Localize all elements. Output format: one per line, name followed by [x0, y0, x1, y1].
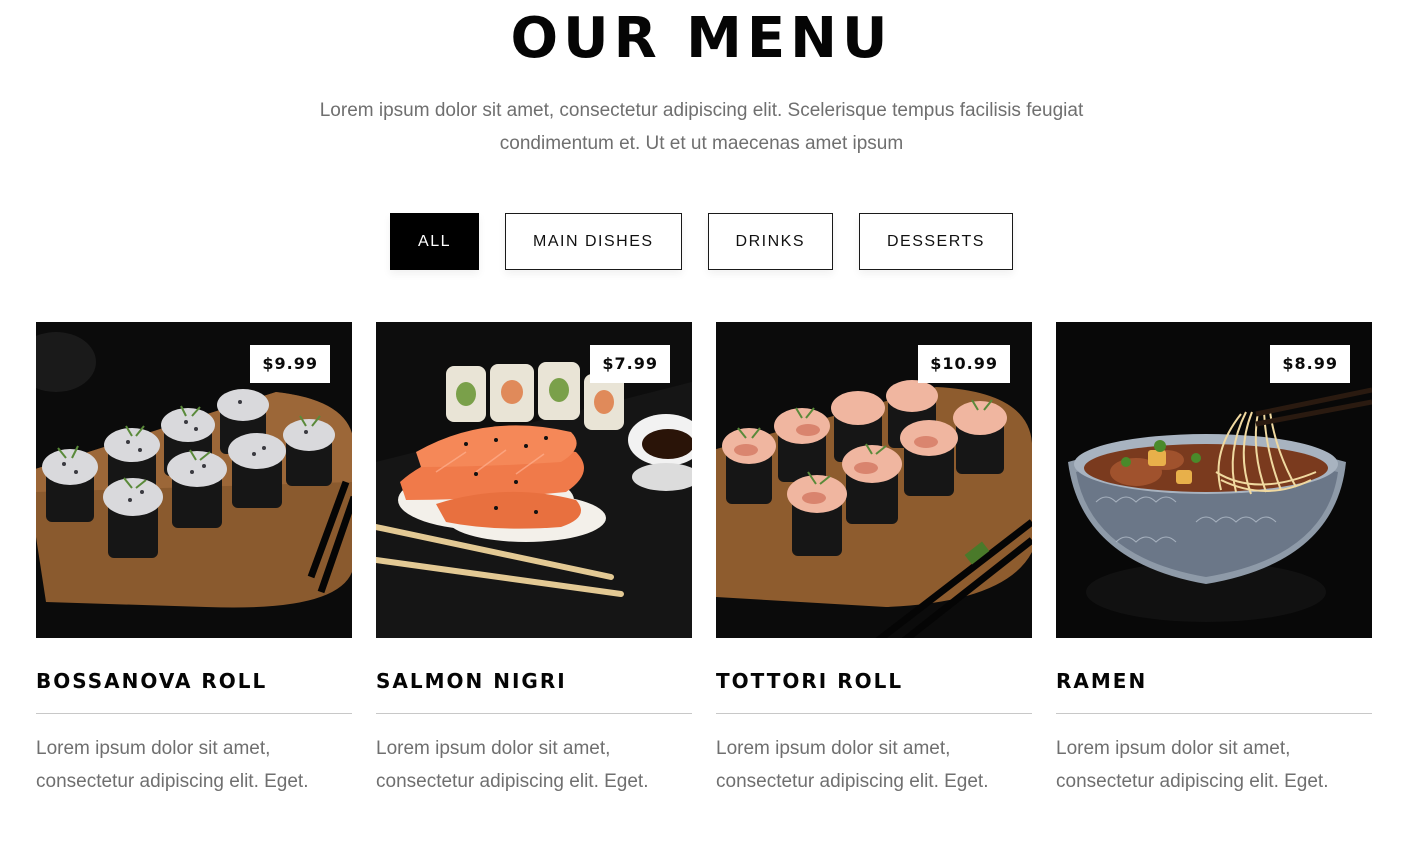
menu-card-bossanova-roll[interactable]: $9.99 BOSSANOVA ROLL Lorem ipsum dolor s… [36, 322, 352, 798]
price-tag: $7.99 [590, 345, 670, 383]
menu-filter-tabs: ALL MAIN DISHES DRINKS DESSERTS [0, 213, 1403, 270]
description-line: Lorem ipsum dolor sit amet, [36, 738, 271, 759]
tab-all[interactable]: ALL [390, 213, 480, 270]
dish-photo[interactable]: $7.99 [376, 322, 692, 638]
dish-description: Lorem ipsum dolor sit amet, consectetur … [36, 732, 352, 798]
price-tag: $8.99 [1270, 345, 1350, 383]
menu-card-tottori-roll[interactable]: $10.99 TOTTORI ROLL Lorem ipsum dolor si… [716, 322, 1032, 798]
description-line: Lorem ipsum dolor sit amet, [716, 738, 951, 759]
divider [1056, 713, 1372, 714]
menu-grid: $9.99 BOSSANOVA ROLL Lorem ipsum dolor s… [36, 322, 1372, 798]
tab-desserts[interactable]: DESSERTS [858, 213, 1013, 270]
description-line: consectetur adipiscing elit. Eget. [716, 771, 989, 792]
menu-card-ramen[interactable]: $8.99 RAMEN Lorem ipsum dolor sit amet, … [1056, 322, 1372, 798]
description-line: consectetur adipiscing elit. Eget. [376, 771, 649, 792]
page-subtitle: Lorem ipsum dolor sit amet, consectetur … [0, 94, 1403, 160]
dish-description: Lorem ipsum dolor sit amet, consectetur … [1056, 732, 1372, 798]
subtitle-line: Lorem ipsum dolor sit amet, consectetur … [319, 100, 1084, 121]
description-line: Lorem ipsum dolor sit amet, [1056, 738, 1291, 759]
dish-description: Lorem ipsum dolor sit amet, consectetur … [376, 732, 692, 798]
dish-photo[interactable]: $9.99 [36, 322, 352, 638]
dish-photo[interactable]: $8.99 [1056, 322, 1372, 638]
description-line: consectetur adipiscing elit. Eget. [1056, 771, 1329, 792]
dish-name: RAMEN [1056, 669, 1148, 693]
dish-name: BOSSANOVA ROLL [36, 669, 268, 693]
dish-name: TOTTORI ROLL [716, 669, 904, 693]
page-title: OUR MENU [510, 6, 893, 71]
divider [36, 713, 352, 714]
description-line: consectetur adipiscing elit. Eget. [36, 771, 309, 792]
subtitle-line: condimentum et. Ut et ut maecenas amet i… [499, 133, 904, 154]
price-tag: $9.99 [250, 345, 330, 383]
description-line: Lorem ipsum dolor sit amet, [376, 738, 611, 759]
price-tag: $10.99 [918, 345, 1010, 383]
divider [716, 713, 1032, 714]
dish-description: Lorem ipsum dolor sit amet, consectetur … [716, 732, 1032, 798]
menu-card-salmon-nigri[interactable]: $7.99 SALMON NIGRI Lorem ipsum dolor sit… [376, 322, 692, 798]
dish-name: SALMON NIGRI [376, 669, 567, 693]
divider [376, 713, 692, 714]
tab-drinks[interactable]: DRINKS [707, 213, 833, 270]
tab-main-dishes[interactable]: MAIN DISHES [505, 213, 682, 270]
dish-photo[interactable]: $10.99 [716, 322, 1032, 638]
